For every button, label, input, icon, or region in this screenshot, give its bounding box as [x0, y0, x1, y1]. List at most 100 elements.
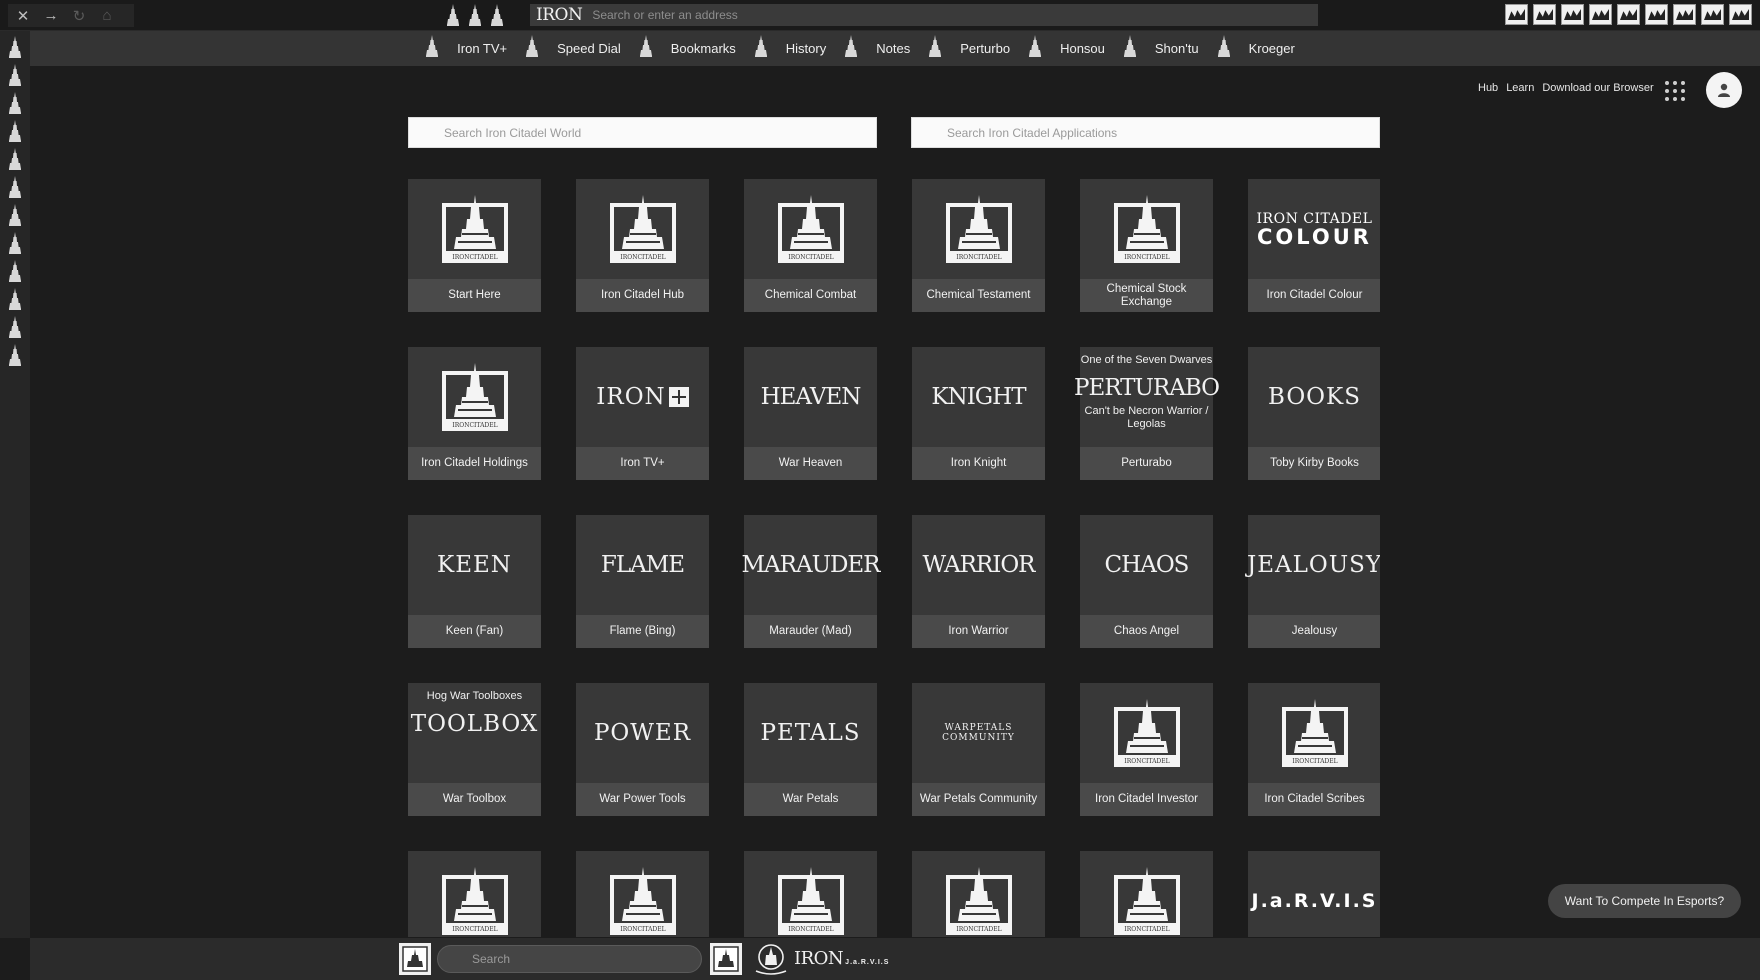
- app-tile[interactable]: IRONCITADEL: [912, 851, 1045, 937]
- extension-icon[interactable]: [1617, 4, 1640, 25]
- iron-citadel-logo-icon: IRONCITADEL: [777, 195, 844, 263]
- rail-tower-icon[interactable]: [0, 313, 30, 341]
- tile-art: IRONCITADEL: [408, 179, 541, 279]
- extension-icon[interactable]: [1561, 4, 1584, 25]
- rail-tower-icon[interactable]: [0, 61, 30, 89]
- app-tile[interactable]: IRONCITADEL: [744, 851, 877, 937]
- app-tile[interactable]: JEALOUSY Jealousy: [1247, 515, 1380, 648]
- app-tile[interactable]: IRONCITADEL Chemical Testament: [912, 179, 1045, 312]
- app-tile[interactable]: IRONCITADEL Iron Citadel Holdings: [408, 347, 541, 480]
- search-apps-input[interactable]: Search Iron Citadel Applications: [911, 117, 1380, 148]
- extension-icon[interactable]: [1589, 4, 1612, 25]
- forward-icon[interactable]: →: [42, 7, 60, 24]
- app-tile[interactable]: FLAME Flame (Bing): [576, 515, 709, 648]
- extension-icon[interactable]: [1533, 4, 1556, 25]
- rail-tower-icon[interactable]: [0, 173, 30, 201]
- tile-art: IRONCITADEL: [912, 851, 1045, 937]
- extension-icon[interactable]: [1673, 4, 1696, 25]
- app-tile[interactable]: PETALS War Petals: [744, 683, 877, 816]
- app-tile[interactable]: IRONCITADEL: [1080, 851, 1213, 937]
- bookmark-item[interactable]: Perturbo: [928, 35, 1010, 62]
- tile-art: IRONCITADEL: [1080, 683, 1213, 783]
- app-tile[interactable]: KEEN Keen (Fan): [408, 515, 541, 648]
- app-tile[interactable]: CHAOS Chaos Angel: [1080, 515, 1213, 648]
- app-tile[interactable]: MARAUDER Marauder (Mad): [741, 515, 881, 648]
- bookmarks-bar: Iron TV+ Speed Dial Bookmarks History Notes P…: [30, 31, 1760, 66]
- app-tile[interactable]: One of the Seven Dwarves PERTURABO Can't b…: [1074, 347, 1220, 480]
- extension-icon[interactable]: [1505, 4, 1528, 25]
- bookmark-item[interactable]: Iron TV+: [425, 35, 507, 62]
- bookmark-item[interactable]: History: [754, 35, 826, 62]
- rail-tower-icon[interactable]: [0, 117, 30, 145]
- rail-tower-icon[interactable]: [0, 89, 30, 117]
- iron-citadel-logo-icon: IRONCITADEL: [945, 867, 1012, 935]
- rail-tower-icon[interactable]: [0, 145, 30, 173]
- app-tile[interactable]: IRON CITADEL COLOUR Iron Citadel Colour: [1248, 179, 1380, 312]
- app-tile[interactable]: Hog War Toolboxes TOOLBOX War Toolbox: [408, 683, 541, 816]
- rail-tower-icon[interactable]: [0, 33, 30, 61]
- rail-tower-icon[interactable]: [0, 341, 30, 369]
- rail-tower-icon[interactable]: [0, 257, 30, 285]
- svg-text:IRONCITADEL: IRONCITADEL: [1124, 758, 1169, 765]
- address-input[interactable]: Search or enter an address: [592, 8, 737, 22]
- top-links: Hub Learn Download our Browser: [1478, 82, 1654, 94]
- extension-icon[interactable]: [1701, 4, 1724, 25]
- apps-grid-icon[interactable]: [1665, 81, 1685, 101]
- hub-link[interactable]: Hub: [1478, 82, 1498, 94]
- close-icon[interactable]: ✕: [14, 7, 32, 25]
- bookmark-label: Kroeger: [1248, 41, 1295, 56]
- app-tile[interactable]: IRONCITADEL Chemical Stock Exchange: [1080, 179, 1213, 312]
- citadel-logo-button[interactable]: [399, 943, 431, 975]
- bookmark-item[interactable]: Speed Dial: [525, 35, 621, 62]
- user-avatar[interactable]: [1706, 72, 1742, 108]
- app-tile[interactable]: J.a.R.V.I.S: [1248, 851, 1380, 937]
- rail-tower-icon[interactable]: [0, 285, 30, 313]
- app-tile[interactable]: IRONCITADEL Iron Citadel Hub: [576, 179, 709, 312]
- reload-icon[interactable]: ↻: [70, 7, 88, 25]
- citadel-logo-button[interactable]: [710, 943, 742, 975]
- tile-label: Marauder (Mad): [744, 615, 877, 648]
- search-world-input[interactable]: Search Iron Citadel World: [408, 117, 877, 148]
- tower-icon[interactable]: [446, 4, 460, 31]
- app-tile[interactable]: IRONCITADEL: [576, 851, 709, 937]
- extension-icon[interactable]: [1729, 4, 1752, 25]
- learn-link[interactable]: Learn: [1506, 82, 1534, 94]
- tile-label: Iron Knight: [912, 447, 1045, 480]
- bookmark-item[interactable]: Shon'tu: [1123, 35, 1199, 62]
- app-tile[interactable]: IRONCITADEL: [408, 851, 541, 937]
- app-tile[interactable]: IRONCITADEL Iron Citadel Scribes: [1248, 683, 1380, 816]
- extension-icon[interactable]: [1645, 4, 1668, 25]
- rail-tower-icon[interactable]: [0, 229, 30, 257]
- app-tile[interactable]: POWER War Power Tools: [576, 683, 709, 816]
- browser-window: ✕ → ↻ ⌂ IRON Search or enter an address …: [0, 0, 1760, 980]
- esports-button[interactable]: Want To Compete In Esports?: [1548, 884, 1741, 918]
- tile-label: Iron Citadel Investor: [1080, 783, 1213, 816]
- tower-icon[interactable]: [468, 4, 482, 31]
- tower-icon[interactable]: [490, 4, 504, 31]
- app-tile[interactable]: HEAVEN War Heaven: [744, 347, 877, 480]
- app-tile[interactable]: IRON Iron TV+: [576, 347, 709, 480]
- iron-citadel-logo-icon: IRONCITADEL: [609, 867, 676, 935]
- bookmark-item[interactable]: Kroeger: [1217, 35, 1295, 62]
- home-icon[interactable]: ⌂: [98, 7, 116, 24]
- app-tile[interactable]: KNIGHT Iron Knight: [912, 347, 1045, 480]
- app-tile[interactable]: IRONCITADEL Start Here: [408, 179, 541, 312]
- rail-tower-icon[interactable]: [0, 201, 30, 229]
- bookmark-item[interactable]: Notes: [844, 35, 910, 62]
- app-tile[interactable]: IRONCITADEL Chemical Combat: [744, 179, 877, 312]
- seal-emblem-icon[interactable]: [752, 941, 790, 977]
- download-browser-link[interactable]: Download our Browser: [1542, 82, 1653, 94]
- app-tile[interactable]: BOOKS Toby Kirby Books: [1248, 347, 1380, 480]
- app-tile[interactable]: WARRIOR Iron Warrior: [912, 515, 1045, 648]
- tile-label: Chemical Stock Exchange: [1080, 279, 1213, 312]
- app-tile[interactable]: WARPETALS COMMUNITY War Petals Community: [912, 683, 1045, 816]
- address-bar[interactable]: IRON Search or enter an address: [530, 4, 1318, 26]
- tile-word: KNIGHT: [931, 384, 1026, 410]
- tile-label: War Power Tools: [576, 783, 709, 816]
- tile-art: IRONCITADEL: [744, 851, 877, 937]
- app-tile[interactable]: IRONCITADEL Iron Citadel Investor: [1080, 683, 1213, 816]
- bottom-search-input[interactable]: Search: [437, 945, 702, 973]
- bookmark-item[interactable]: Honsou: [1028, 35, 1105, 62]
- bookmark-item[interactable]: Bookmarks: [639, 35, 736, 62]
- tile-art: CHAOS: [1080, 515, 1213, 615]
